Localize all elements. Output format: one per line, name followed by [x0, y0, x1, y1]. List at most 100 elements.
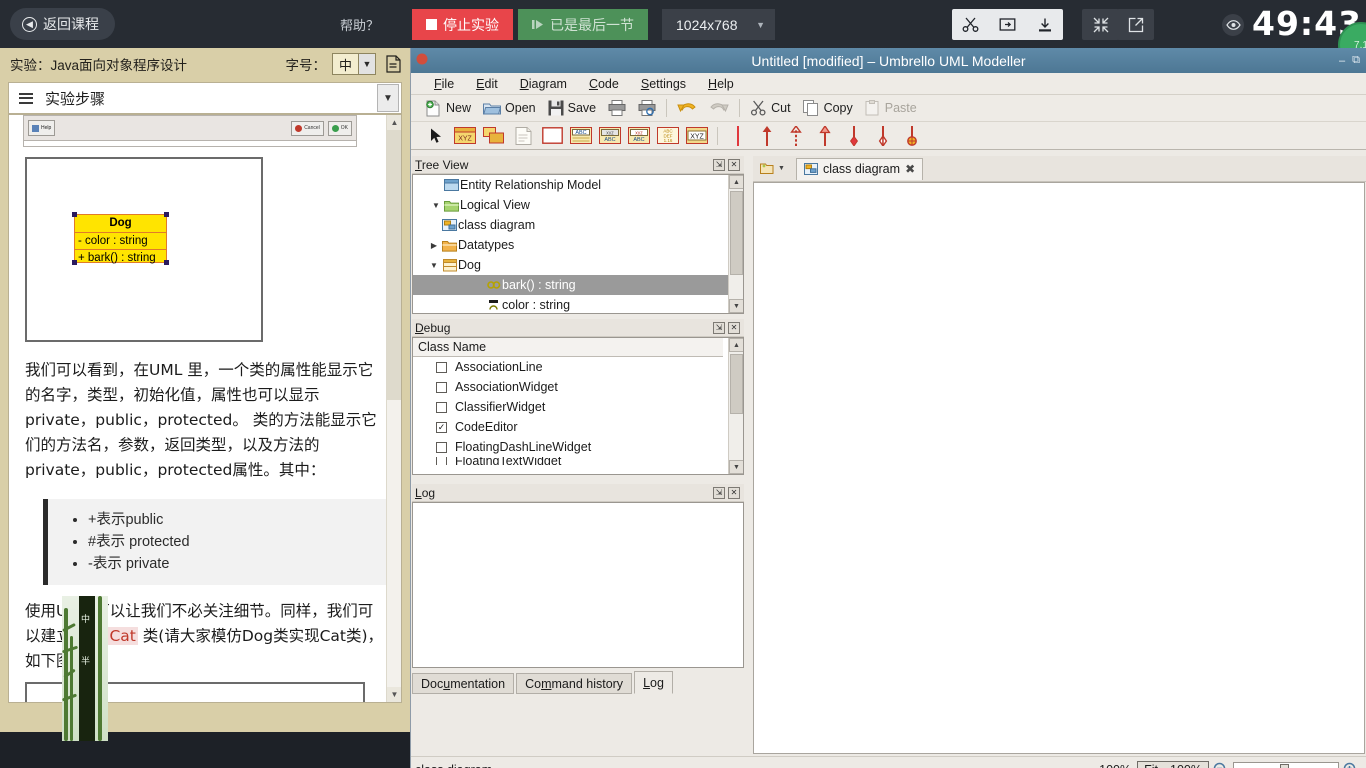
diagram-canvas[interactable]: Dog - color : string + bark() : string — [753, 182, 1365, 754]
close-icon[interactable]: ✕ — [728, 486, 740, 499]
box-icon[interactable] — [539, 124, 565, 148]
pointer-icon[interactable] — [423, 124, 449, 148]
slider-thumb[interactable] — [1280, 763, 1289, 768]
ime-floating-bar[interactable]: 中 半 — [62, 596, 108, 741]
class-icon[interactable]: XYZ — [452, 124, 478, 148]
fit-button[interactable]: Fit — [1138, 761, 1165, 768]
tab-log[interactable]: Log — [634, 671, 673, 694]
scissors-icon[interactable] — [952, 9, 989, 40]
composition-icon[interactable] — [841, 124, 867, 148]
checkbox[interactable] — [436, 441, 447, 453]
zoom-100-button[interactable]: 100% — [1164, 761, 1208, 768]
eye-icon[interactable] — [1222, 14, 1244, 36]
scroll-down-button[interactable]: ▼ — [729, 299, 743, 313]
scroll-down-button[interactable]: ▼ — [387, 687, 401, 702]
checkbox[interactable] — [436, 361, 447, 373]
checkbox[interactable] — [436, 457, 447, 465]
entity-icon[interactable]: xyz ABC — [626, 124, 652, 148]
menu-diagram[interactable]: Diagram — [509, 75, 578, 93]
maximize-icon[interactable]: ⧉ — [1352, 54, 1360, 67]
line-icon[interactable] — [725, 124, 751, 148]
expander-icon[interactable]: ▼ — [429, 201, 443, 210]
stop-lab-button[interactable]: 停止实验 — [412, 9, 513, 40]
experiment-steps-bar[interactable]: 实验步骤 ▼ — [8, 82, 402, 114]
zoom-in-icon[interactable] — [1339, 762, 1363, 768]
tree-view-scrollbar[interactable]: ▲ ▼ — [728, 175, 743, 313]
dependency-icon[interactable] — [783, 124, 809, 148]
tree-item-datatypes[interactable]: ▶ Datatypes — [413, 235, 729, 255]
menu-help[interactable]: Help — [697, 75, 745, 93]
zoom-out-icon[interactable] — [1209, 762, 1233, 768]
undock-icon[interactable]: ⇲ — [713, 158, 725, 171]
menu-file[interactable]: File — [423, 75, 465, 93]
close-icon[interactable]: ✖ — [905, 162, 915, 176]
new-button[interactable]: New — [419, 98, 477, 119]
undock-icon[interactable]: ⇲ — [713, 321, 725, 334]
tab-command-history[interactable]: Co m mand history — [516, 673, 633, 694]
tree-item-color-attribute[interactable]: color : string — [413, 295, 729, 313]
print-button[interactable] — [602, 98, 632, 118]
log-body[interactable] — [412, 502, 744, 668]
table-row[interactable]: FloatingTextWidget — [413, 457, 729, 465]
debug-scrollbar[interactable]: ▲ ▼ — [728, 338, 743, 474]
note-icon[interactable] — [510, 124, 536, 148]
ime-mode-halfwidth[interactable]: 半 — [81, 654, 90, 667]
scroll-up-button[interactable]: ▲ — [729, 338, 743, 352]
tree-item-dog[interactable]: ▼ Dog — [413, 255, 729, 275]
menu-edit[interactable]: Edit — [465, 75, 509, 93]
interface-icon[interactable]: XYZ — [684, 124, 710, 148]
checkbox[interactable]: ✓ — [436, 421, 447, 433]
save-button[interactable]: Save — [542, 98, 603, 118]
popout-icon[interactable] — [1117, 9, 1154, 40]
tree-item-logical-view[interactable]: ▼ Logical View — [413, 195, 729, 215]
scroll-up-button[interactable]: ▲ — [729, 175, 743, 189]
scroll-thumb[interactable] — [730, 191, 743, 275]
print-preview-button[interactable] — [632, 98, 662, 118]
usecase-icon[interactable]: xyz ABC — [597, 124, 623, 148]
undock-icon[interactable]: ⇲ — [713, 486, 725, 499]
tree-item-entity-relationship-model[interactable]: Entity Relationship Model — [413, 175, 729, 195]
scroll-down-button[interactable]: ▼ — [729, 460, 743, 474]
help-link[interactable]: 帮助？ — [340, 15, 379, 34]
resolution-select[interactable]: 1024x768 ▼ — [662, 9, 775, 40]
close-icon[interactable]: ✕ — [728, 321, 740, 334]
checkbox[interactable] — [436, 401, 447, 413]
copy-button[interactable]: Copy — [797, 98, 859, 118]
menu-settings[interactable]: Settings — [630, 75, 697, 93]
cut-button[interactable]: Cut — [744, 98, 796, 118]
package-icon[interactable] — [481, 124, 507, 148]
tree-item-class-diagram[interactable]: class diagram — [413, 215, 729, 235]
actor-icon[interactable]: ABC — [568, 124, 594, 148]
next-section-button[interactable]: 已是最后一节 — [518, 9, 648, 40]
tab-documentation[interactable]: Doc u mentation — [412, 673, 515, 694]
document-icon[interactable] — [382, 55, 404, 73]
font-size-select[interactable]: 中 ▼ — [331, 53, 376, 75]
scroll-up-button[interactable]: ▲ — [387, 115, 401, 130]
screen-share-icon[interactable] — [989, 9, 1026, 40]
tab-class-diagram[interactable]: class diagram ✖ — [795, 157, 924, 180]
tree-item-bark-operation[interactable]: bark() : string — [413, 275, 729, 295]
zoom-slider[interactable] — [1233, 761, 1339, 768]
table-row[interactable]: ClassifierWidget — [413, 397, 729, 417]
table-row[interactable]: FloatingDashLineWidget — [413, 437, 729, 457]
table-row[interactable]: ✓ CodeEditor — [413, 417, 729, 437]
generalization-icon[interactable] — [812, 124, 838, 148]
checkbox[interactable] — [436, 381, 447, 393]
menu-code[interactable]: Code — [578, 75, 630, 93]
download-icon[interactable] — [1026, 9, 1063, 40]
diagram-list-button[interactable]: ▼ — [757, 161, 788, 177]
close-icon[interactable]: ✕ — [728, 158, 740, 171]
association-icon[interactable] — [754, 124, 780, 148]
class-name-column-header[interactable]: Class Name — [413, 338, 723, 357]
containment-icon[interactable] — [899, 124, 925, 148]
scroll-thumb[interactable] — [387, 130, 401, 400]
table-row[interactable]: AssociationLine — [413, 357, 729, 377]
steps-expand-button[interactable]: ▼ — [377, 84, 399, 112]
ime-mode-chinese[interactable]: 中 — [81, 612, 90, 625]
expander-icon[interactable]: ▼ — [427, 261, 441, 270]
back-to-course-button[interactable]: ◀ 返回课程 — [10, 8, 115, 40]
collapse-icon[interactable] — [1082, 9, 1119, 40]
expander-icon[interactable]: ▶ — [427, 241, 441, 250]
minimize-icon[interactable]: – — [1339, 55, 1345, 67]
datatype-icon[interactable]: ABC DEF 1.16 — [655, 124, 681, 148]
